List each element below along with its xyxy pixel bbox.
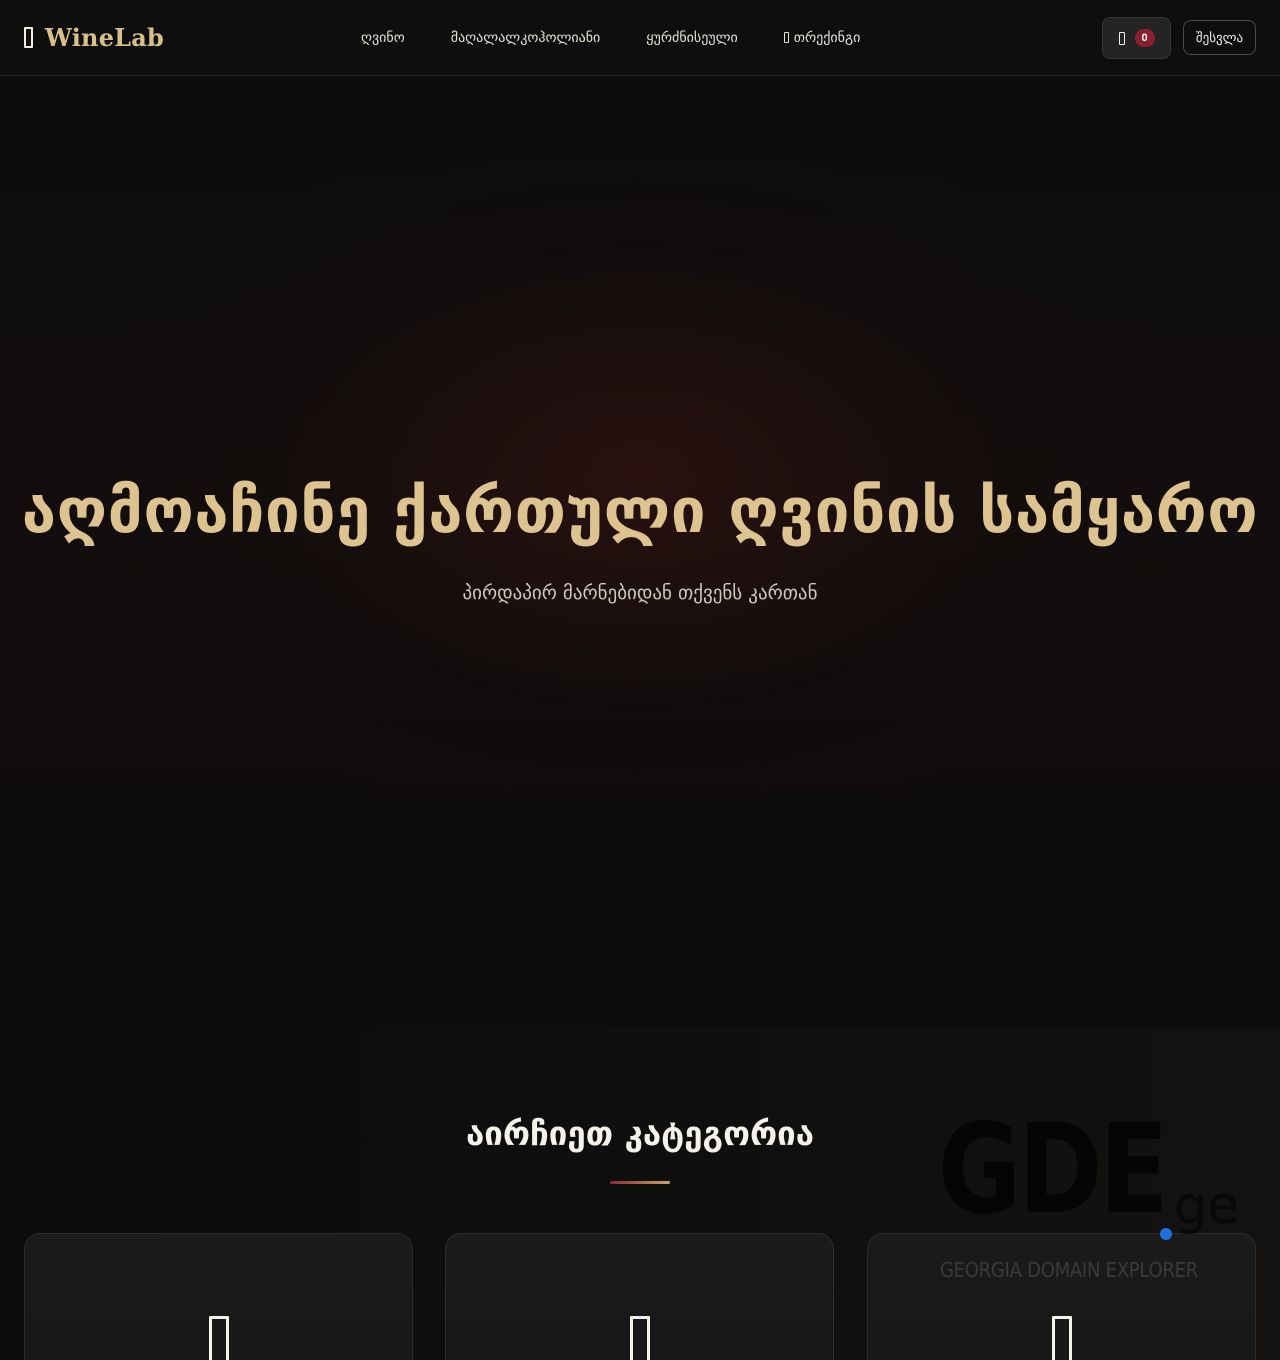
hero-subtitle: პირდაპირ მარნებიდან თქვენს კართან bbox=[462, 582, 818, 604]
login-button[interactable]: შესვლა bbox=[1183, 20, 1256, 55]
wine-bottle-icon bbox=[208, 1316, 229, 1360]
nav-link-trekking[interactable]: თრექინგი bbox=[783, 29, 861, 46]
brand-name: WineLab bbox=[45, 23, 164, 52]
watermark-dot bbox=[1160, 1228, 1172, 1240]
page: WineLab ღვინო მაღალალკოჰოლიანი ყურძნისეუ… bbox=[0, 0, 1280, 1360]
nav-link-label: თრექინგი bbox=[793, 29, 861, 46]
map-icon bbox=[783, 32, 789, 43]
category-card-spirits[interactable] bbox=[445, 1233, 834, 1360]
hero-section: აღმოაჩინე ქართული ღვინის სამყარო პირდაპი… bbox=[0, 76, 1280, 1028]
liquor-glass-icon bbox=[629, 1316, 650, 1360]
watermark-tagline: GEORGIA DOMAIN EXPLORER bbox=[940, 1258, 1198, 1282]
nav-link-label: ღვინო bbox=[361, 29, 405, 46]
category-card-wine[interactable] bbox=[24, 1233, 413, 1360]
nav-link-grape-products[interactable]: ყურძნისეული bbox=[646, 30, 737, 46]
nav-link-spirits[interactable]: მაღალალკოჰოლიანი bbox=[451, 30, 601, 46]
nav-link-label: მაღალალკოჰოლიანი bbox=[450, 29, 601, 46]
watermark-letters: GDE bbox=[938, 1098, 1169, 1242]
watermark-tld: ge bbox=[1174, 1176, 1239, 1236]
brand-link[interactable]: WineLab bbox=[24, 0, 164, 75]
navbar: WineLab ღვინო მაღალალკოჰოლიანი ყურძნისეუ… bbox=[0, 0, 1280, 76]
nav-link-wine[interactable]: ღვინო bbox=[361, 30, 405, 46]
wine-glass-icon bbox=[24, 27, 33, 48]
hero-title: აღმოაჩინე ქართული ღვინის სამყარო bbox=[21, 474, 1259, 547]
main-nav: ღვინო მაღალალკოჰოლიანი ყურძნისეული თრექი… bbox=[361, 0, 906, 75]
cart-icon bbox=[1118, 31, 1125, 45]
title-underline bbox=[610, 1181, 670, 1184]
cart-count-badge: 0 bbox=[1134, 29, 1155, 47]
gde-watermark-logo: GDE ge GEORGIA DOMAIN EXPLORER bbox=[938, 1098, 1239, 1288]
cart-button[interactable]: 0 bbox=[1102, 17, 1171, 59]
grapes-icon bbox=[1051, 1316, 1072, 1360]
nav-link-label: ყურძნისეული bbox=[646, 29, 738, 46]
